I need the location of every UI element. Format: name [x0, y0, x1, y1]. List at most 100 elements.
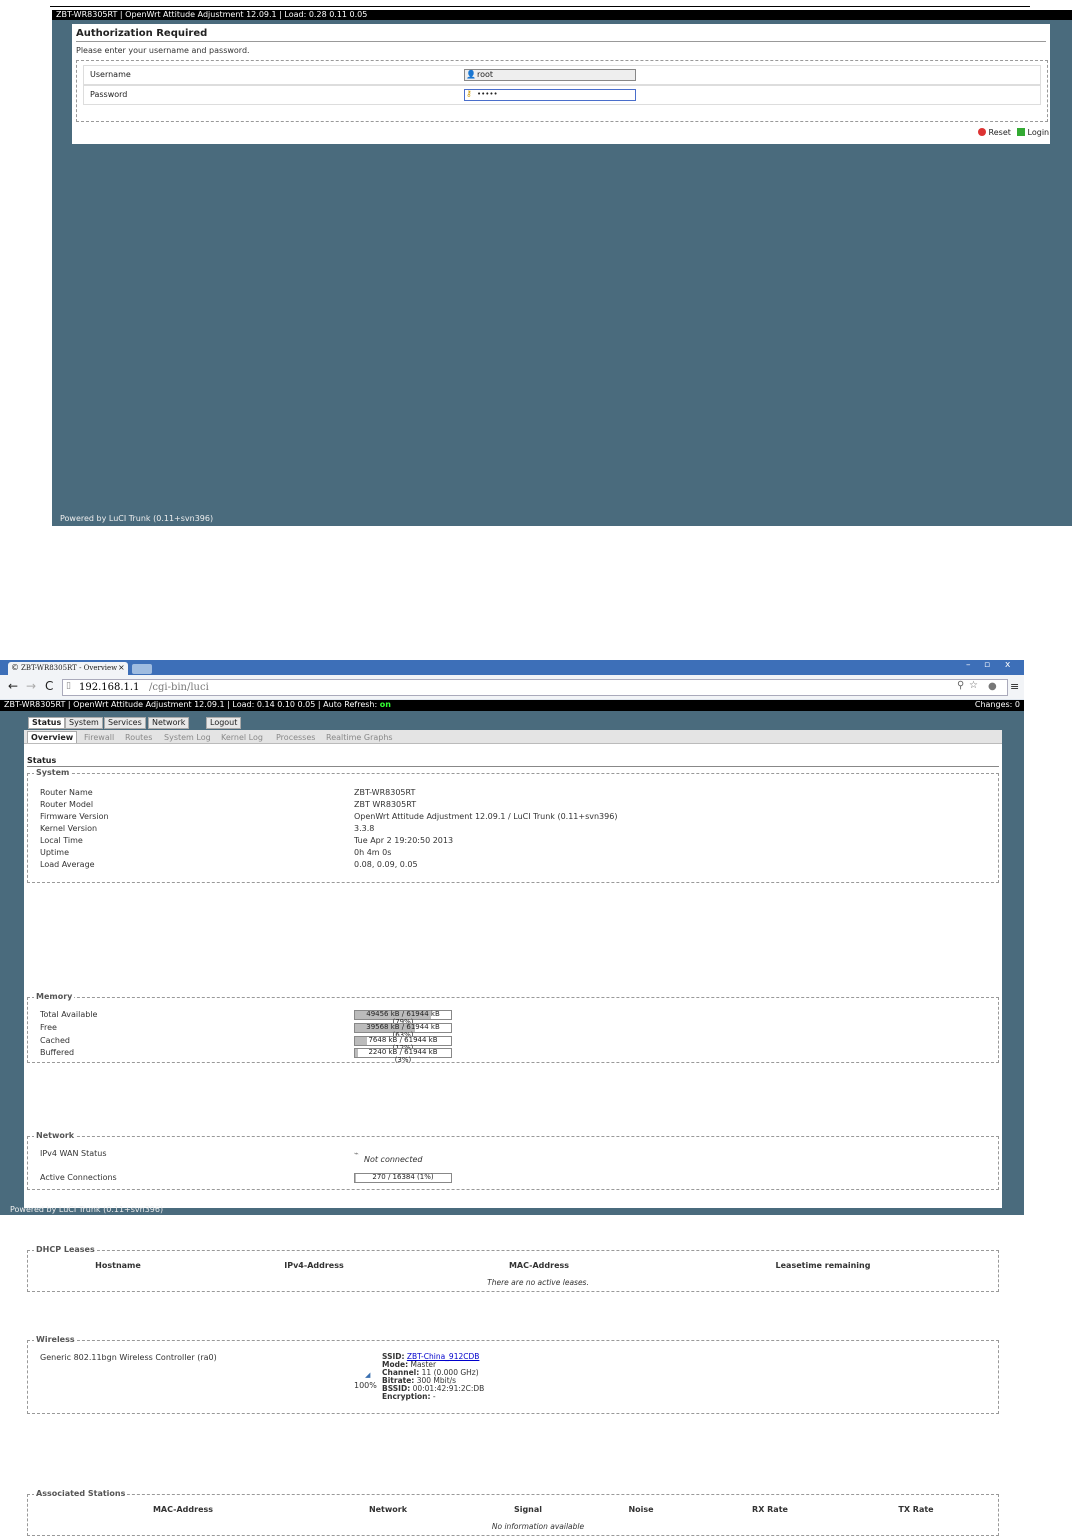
- tab-close-icon[interactable]: ×: [118, 663, 125, 672]
- page-icon: ▯: [66, 681, 71, 691]
- network-fieldset: Network IPv4 WAN Status ⌁ Not connected …: [27, 1131, 999, 1190]
- top-underline: [50, 6, 1030, 7]
- stations-empty-message: No information available: [491, 1522, 585, 1531]
- reset-icon: [978, 128, 986, 136]
- tab-network[interactable]: Network: [148, 717, 190, 729]
- subtab-firewall[interactable]: Firewall: [84, 733, 114, 742]
- stations-col-tx-rate: TX Rate: [898, 1505, 934, 1514]
- subtab-routes[interactable]: Routes: [125, 733, 152, 742]
- minimize-icon[interactable]: –: [966, 660, 971, 670]
- network-legend: Network: [34, 1131, 77, 1140]
- system-value: Tue Apr 2 19:20:50 2013: [354, 836, 454, 845]
- password-input[interactable]: ⚷ •••••: [464, 89, 636, 101]
- back-icon[interactable]: ←: [8, 679, 18, 693]
- section-title-underline: [27, 766, 999, 767]
- maximize-icon[interactable]: ▫: [984, 660, 990, 670]
- connections-bar-text: 270 / 16384 (1%): [372, 1173, 434, 1181]
- subtab-processes[interactable]: Processes: [276, 733, 315, 742]
- favicon-icon: ©: [11, 663, 19, 672]
- reset-button[interactable]: Reset: [978, 128, 1011, 137]
- menu-icon[interactable]: ≡: [1010, 680, 1019, 693]
- forward-icon[interactable]: →: [26, 679, 36, 693]
- memory-label: Cached: [40, 1036, 70, 1045]
- memory-bar: 7648 kB / 61944 kB (12%): [354, 1036, 452, 1052]
- memory-label: Buffered: [40, 1048, 75, 1057]
- connections-bar: 270 / 16384 (1%): [354, 1173, 452, 1183]
- system-value: ZBT WR8305RT: [354, 800, 417, 809]
- signal-icon: ◢: [365, 1371, 371, 1379]
- signal-strength: 100%: [354, 1381, 377, 1390]
- encryption-label: Encryption:: [382, 1392, 431, 1401]
- browser-window: © ZBT-WR8305RT - Overview × – ▫ x ← → C …: [0, 660, 1024, 1536]
- zoom-icon[interactable]: ⚲: [957, 680, 964, 691]
- dhcp-fieldset: DHCP Leases Hostname IPv4-Address MAC-Ad…: [27, 1245, 999, 1292]
- memory-fieldset: Memory Total Available 49456 kB / 61944 …: [27, 992, 999, 1064]
- close-window-icon[interactable]: x: [1005, 660, 1010, 670]
- address-bar[interactable]: ▯ 192.168.1.1 /cgi-bin/luci ⚲ ☆: [62, 679, 1008, 696]
- url-path: /cgi-bin/luci: [149, 682, 209, 693]
- system-legend: System: [34, 768, 72, 777]
- login-description: Please enter your username and password.: [76, 46, 250, 55]
- memory-label: Total Available: [40, 1010, 98, 1019]
- subtab-overview[interactable]: Overview: [27, 731, 78, 743]
- auto-refresh-state[interactable]: on: [380, 700, 391, 709]
- stations-legend: Associated Stations: [34, 1489, 128, 1498]
- memory-bar: 2240 kB / 61944 kB (3%): [354, 1048, 452, 1064]
- url-host: 192.168.1.1: [79, 682, 140, 693]
- stations-col-noise: Noise: [628, 1505, 654, 1514]
- content-panel: Overview Firewall Routes System Log Kern…: [24, 730, 1002, 1536]
- password-value: •••••: [477, 90, 498, 98]
- stations-col-signal: Signal: [513, 1505, 543, 1514]
- changes-count[interactable]: Changes: 0: [975, 700, 1020, 710]
- tab-system[interactable]: System: [65, 717, 103, 729]
- system-label: Uptime: [40, 848, 70, 857]
- browser-tab[interactable]: © ZBT-WR8305RT - Overview ×: [8, 662, 128, 675]
- memory-bar-pct: (3%): [394, 1056, 412, 1064]
- password-row: Password ⚷ •••••: [83, 85, 1041, 105]
- login-screen: ZBT-WR8305RT | OpenWrt Attitude Adjustme…: [52, 10, 1072, 526]
- memory-bar: 49456 kB / 61944 kB (79%): [354, 1010, 452, 1026]
- dhcp-col-mac: MAC-Address: [508, 1261, 570, 1270]
- bookmark-star-icon[interactable]: ☆: [969, 680, 978, 691]
- login-fieldset: Username 👤 root Password ⚷ •••••: [76, 60, 1048, 122]
- dhcp-col-ipv4: IPv4-Address: [284, 1261, 344, 1270]
- login-title: Authorization Required: [76, 28, 208, 39]
- system-label: Local Time: [40, 836, 83, 845]
- stations-col-network: Network: [368, 1505, 408, 1514]
- wireless-fieldset: Wireless Generic 802.11bgn Wireless Cont…: [27, 1335, 999, 1414]
- system-value: ZBT-WR8305RT: [354, 788, 416, 797]
- new-tab-button[interactable]: [132, 664, 152, 674]
- overview-page: ZBT-WR8305RT | OpenWrt Attitude Adjustme…: [0, 700, 1024, 1536]
- reset-label: Reset: [988, 128, 1011, 137]
- username-value: root: [477, 70, 494, 79]
- wireless-legend: Wireless: [34, 1335, 77, 1344]
- username-row: Username 👤 root: [83, 65, 1041, 85]
- extension-icon[interactable]: ●: [988, 681, 997, 692]
- wireless-details: SSID: ZBT-China_912CDB Mode: Master Chan…: [382, 1353, 484, 1401]
- tab-logout[interactable]: Logout: [206, 717, 242, 729]
- login-button[interactable]: Login: [1017, 128, 1049, 137]
- active-connections-label: Active Connections: [40, 1173, 117, 1182]
- password-label: Password: [90, 90, 128, 99]
- browser-tab-title: ZBT-WR8305RT - Overview: [21, 664, 117, 672]
- username-input[interactable]: 👤 root: [464, 69, 636, 81]
- overview-topbar: ZBT-WR8305RT | OpenWrt Attitude Adjustme…: [0, 700, 1024, 711]
- reload-icon[interactable]: C: [45, 679, 53, 693]
- subtab-system-log[interactable]: System Log: [164, 733, 211, 742]
- system-value: 0h 4m 0s: [354, 848, 392, 857]
- stations-col-rx-rate: RX Rate: [752, 1505, 788, 1514]
- tab-status[interactable]: Status: [28, 717, 66, 729]
- memory-legend: Memory: [34, 992, 75, 1001]
- subtab-kernel-log[interactable]: Kernel Log: [221, 733, 263, 742]
- memory-bar: 39568 kB / 61944 kB (63%): [354, 1023, 452, 1039]
- section-title: Status: [27, 756, 57, 765]
- system-label: Kernel Version: [40, 824, 98, 833]
- tab-services[interactable]: Services: [104, 717, 146, 729]
- dhcp-col-hostname: Hostname: [95, 1261, 141, 1270]
- system-label: Router Model: [40, 800, 94, 809]
- memory-label: Free: [40, 1023, 57, 1032]
- system-label: Load Average: [40, 860, 95, 869]
- system-label: Router Name: [40, 788, 93, 797]
- system-value: 0.08, 0.09, 0.05: [354, 860, 418, 869]
- subtab-realtime-graphs[interactable]: Realtime Graphs: [326, 733, 393, 742]
